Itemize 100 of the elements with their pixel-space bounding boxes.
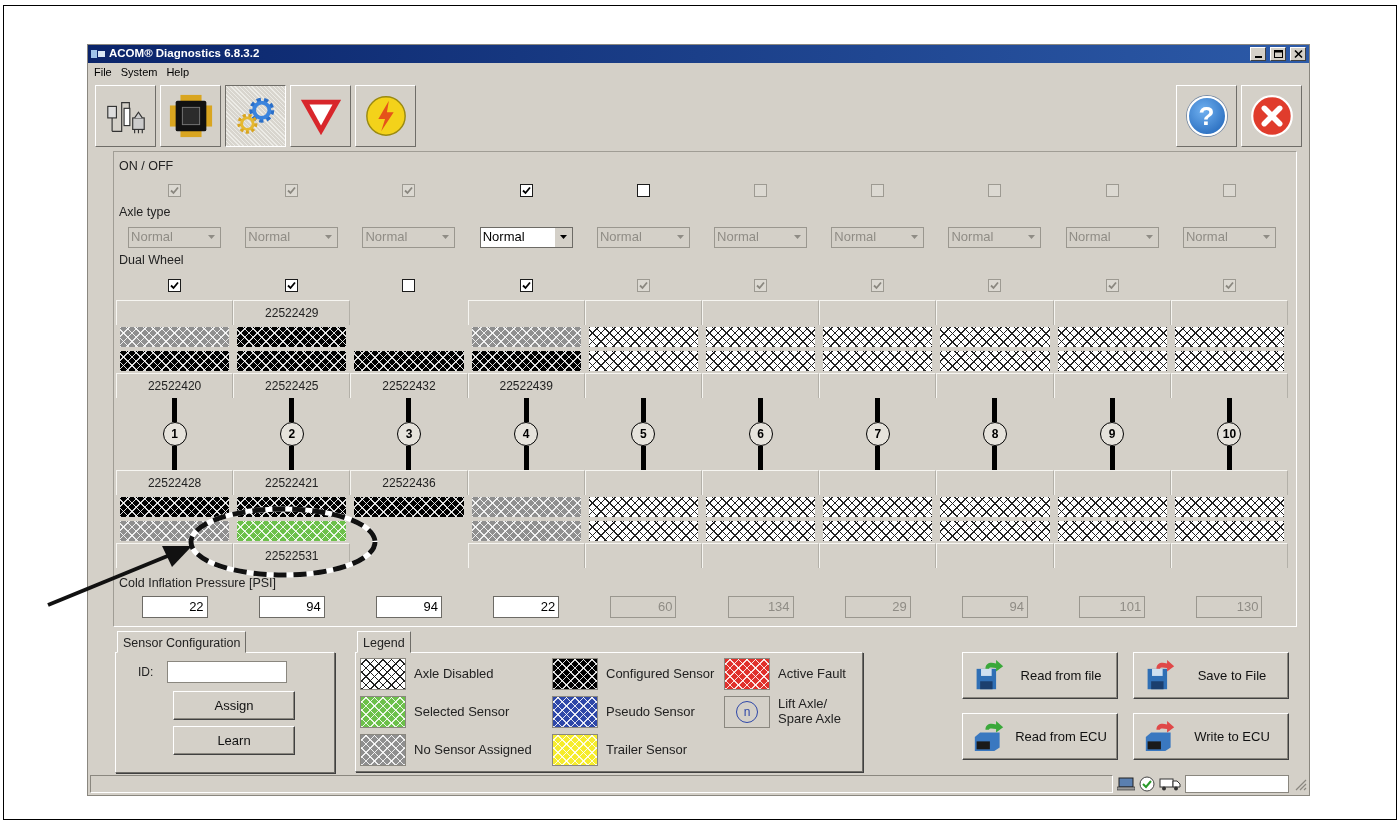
sensor-bar[interactable] xyxy=(354,497,464,517)
pressure-field[interactable]: 22 xyxy=(493,595,560,618)
tab[interactable]: Sensor Configuration xyxy=(117,631,247,653)
axle-number[interactable]: 9 xyxy=(1100,422,1125,446)
axle-on-checkbox[interactable] xyxy=(636,183,650,197)
axle-on-checkbox[interactable] xyxy=(519,183,533,197)
caret-icon xyxy=(442,235,450,239)
sensor-id-cell[interactable] xyxy=(116,300,234,325)
size-grip-icon xyxy=(1293,777,1307,791)
legend-label: Selected Sensor xyxy=(414,704,510,720)
axle-number[interactable]: 8 xyxy=(983,422,1007,446)
sensor-id-cell[interactable]: 22522432 xyxy=(350,373,468,398)
axle-shaft xyxy=(289,446,295,470)
sensor-id-cell[interactable] xyxy=(936,543,1054,568)
axle-shaft xyxy=(1109,446,1115,470)
save-file-button[interactable]: Save to File xyxy=(1133,652,1289,699)
dual-wheel-checkbox[interactable] xyxy=(285,278,299,292)
truck-icon xyxy=(1159,777,1181,791)
dual-wheel-checkbox[interactable] xyxy=(168,278,182,292)
maximize-button[interactable] xyxy=(1270,47,1286,61)
read-ecu-button[interactable]: Read from ECU xyxy=(962,713,1118,760)
sensor-id-cell[interactable] xyxy=(819,470,937,495)
learn-button[interactable]: Learn xyxy=(173,726,295,755)
sensor-id-cell[interactable] xyxy=(1053,300,1171,325)
dual-wheel-checkbox[interactable] xyxy=(519,278,533,292)
sensor-bar[interactable] xyxy=(237,327,347,347)
sensor-id-cell[interactable]: 22522425 xyxy=(233,373,351,398)
assign-button[interactable]: Assign xyxy=(173,691,295,720)
menu-item[interactable]: System xyxy=(120,63,158,81)
sensor-id-cell[interactable]: 22522531 xyxy=(233,543,351,568)
id-field[interactable] xyxy=(167,661,288,683)
sensor-id-cell[interactable]: 22522429 xyxy=(233,300,351,325)
sensor-bar[interactable] xyxy=(120,521,230,541)
axle-shaft xyxy=(406,398,412,422)
read-file-button[interactable]: Read from file xyxy=(962,652,1118,699)
sensor-id-cell[interactable] xyxy=(1170,543,1288,568)
sensor-id-cell[interactable] xyxy=(467,300,585,325)
pressure-field[interactable]: 94 xyxy=(258,595,325,618)
sensor-id-cell[interactable] xyxy=(819,373,937,398)
tab[interactable]: Legend xyxy=(357,631,411,653)
caret-icon xyxy=(1262,235,1270,239)
axle-number[interactable]: 7 xyxy=(865,422,890,446)
sensor-id-cell[interactable]: 22522421 xyxy=(233,470,351,495)
row-label: Axle type xyxy=(118,204,172,222)
axle-number[interactable]: 1 xyxy=(162,422,187,446)
sensor-id-cell[interactable]: 22522420 xyxy=(116,373,234,398)
sensor-id-cell[interactable] xyxy=(819,543,937,568)
sensor-id-cell[interactable] xyxy=(584,470,702,495)
axle-type-dropdown[interactable]: Normal xyxy=(479,226,573,248)
sensor-id-cell[interactable] xyxy=(1053,373,1171,398)
sensor-id-cell[interactable]: 22522428 xyxy=(116,470,234,495)
sensor-id-cell[interactable] xyxy=(936,300,1054,325)
pressure-field[interactable]: 94 xyxy=(376,595,442,618)
sensor-id-cell[interactable] xyxy=(702,470,820,495)
sensor-bar[interactable] xyxy=(120,497,230,517)
pressure-field[interactable]: 22 xyxy=(141,595,208,618)
menu-item[interactable]: Help xyxy=(166,63,190,81)
sensor-id-cell[interactable] xyxy=(936,373,1054,398)
axle-number[interactable]: 3 xyxy=(397,422,421,446)
sensor-id-cell[interactable] xyxy=(1170,300,1288,325)
axle-shaft xyxy=(172,446,178,470)
sensor-id-cell[interactable] xyxy=(1170,470,1288,495)
sensor-bar[interactable] xyxy=(120,351,230,371)
sensor-bar[interactable] xyxy=(354,351,464,371)
axle-number[interactable]: 4 xyxy=(514,422,539,446)
menu-item[interactable]: File xyxy=(94,63,112,81)
caret-icon xyxy=(1145,235,1153,239)
field-label: ID: xyxy=(138,664,154,681)
sensor-id-cell[interactable] xyxy=(702,543,820,568)
close-button[interactable] xyxy=(1290,47,1306,61)
axle-number[interactable]: 2 xyxy=(279,422,304,446)
axle-number[interactable]: 5 xyxy=(631,422,656,446)
sensor-id-cell[interactable] xyxy=(819,300,937,325)
axle-number[interactable]: 10 xyxy=(1217,422,1242,446)
sensor-id-cell[interactable]: 22522439 xyxy=(467,373,585,398)
minimize-button[interactable] xyxy=(1250,47,1266,61)
legend-label: Trailer Sensor xyxy=(606,742,688,758)
sensor-id-cell[interactable] xyxy=(584,543,702,568)
sensor-id-cell[interactable] xyxy=(1053,543,1171,568)
sensor-id-cell[interactable] xyxy=(467,543,585,568)
sensor-bar[interactable] xyxy=(237,351,347,371)
exit-button[interactable] xyxy=(1241,85,1302,147)
sensor-id-cell[interactable] xyxy=(584,373,702,398)
sensor-id-cell[interactable] xyxy=(1053,470,1171,495)
sensor-id-cell[interactable] xyxy=(1170,373,1288,398)
sensor-id-cell[interactable] xyxy=(702,373,820,398)
close-icon xyxy=(1249,94,1294,138)
axle-shaft xyxy=(640,446,646,470)
write-ecu-button[interactable]: Write to ECU xyxy=(1133,713,1289,760)
sensor-id-cell[interactable] xyxy=(467,470,585,495)
axle-number[interactable]: 6 xyxy=(748,422,773,446)
computer-icon xyxy=(1117,777,1135,791)
sensor-id-cell[interactable] xyxy=(702,300,820,325)
sensor-id-cell[interactable] xyxy=(936,470,1054,495)
sensor-id-cell[interactable]: 22522436 xyxy=(350,470,468,495)
ecu-box-icon xyxy=(1144,721,1176,752)
dual-wheel-checkbox[interactable] xyxy=(402,278,416,292)
chip-icon xyxy=(167,93,214,139)
sensor-bar[interactable] xyxy=(471,351,581,371)
sensor-id-cell[interactable] xyxy=(584,300,702,325)
